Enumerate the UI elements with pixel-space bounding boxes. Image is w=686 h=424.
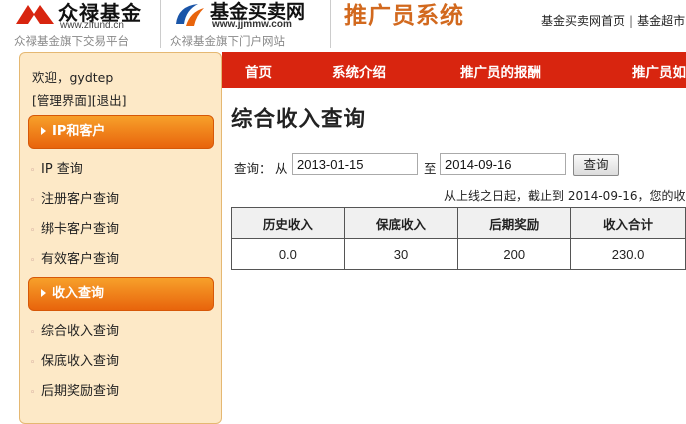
account-links: [管理界面][退出] bbox=[32, 90, 127, 109]
bullet-icon: ◦ bbox=[30, 196, 36, 206]
menu-card-bound-customers[interactable]: ◦ 绑卡客户查询 bbox=[30, 218, 119, 237]
top-links: 基金买卖网首页 | 基金超市 bbox=[541, 12, 685, 29]
bullet-icon: ◦ bbox=[30, 226, 36, 236]
main-nav: 首页 系统介绍 推广员的报酬 推广员如 bbox=[222, 52, 686, 88]
nav-system-intro[interactable]: 系统介绍 bbox=[332, 61, 386, 81]
bullet-icon: ◦ bbox=[30, 328, 36, 338]
triangle-right-icon bbox=[41, 289, 46, 297]
top-link-fund-market[interactable]: 基金超市 bbox=[637, 14, 685, 28]
admin-link[interactable]: [管理界面] bbox=[32, 93, 92, 108]
zlfund-logo-icon bbox=[16, 5, 54, 24]
menu-item-label: 后期奖励查询 bbox=[41, 384, 120, 399]
bullet-icon: ◦ bbox=[30, 358, 36, 368]
menu-item-label: 绑卡客户查询 bbox=[41, 222, 120, 237]
from-date-input[interactable] bbox=[292, 153, 418, 175]
zlfund-tagline: 众禄基金旗下交易平台 bbox=[14, 34, 129, 48]
logout-link[interactable]: [退出] bbox=[92, 93, 127, 108]
col-base-income: 保底收入 bbox=[343, 207, 459, 239]
triangle-right-icon bbox=[41, 127, 46, 135]
header-divider bbox=[330, 0, 331, 48]
menu-later-reward[interactable]: ◦ 后期奖励查询 bbox=[30, 380, 119, 399]
query-form: 查询： 从 至 查询 bbox=[234, 153, 686, 177]
cell-history-income: 0.0 bbox=[231, 238, 345, 270]
header-divider bbox=[160, 0, 161, 48]
menu-item-label: 有效客户查询 bbox=[41, 252, 120, 267]
bullet-icon: ◦ bbox=[30, 256, 36, 266]
sidebar: 欢迎，gydtep [管理界面][退出] IP和客户 ◦ IP 查询 ◦ 注册客户查… bbox=[19, 52, 222, 424]
zlfund-logo[interactable]: 众禄基金 www.zlfund.cn 众禄基金旗下交易平台 bbox=[14, 0, 164, 50]
menu-base-income[interactable]: ◦ 保底收入查询 bbox=[30, 350, 119, 369]
welcome-text: 欢迎，gydtep bbox=[32, 70, 114, 85]
nav-promoter-how[interactable]: 推广员如 bbox=[632, 61, 686, 81]
page-title: 综合收入查询 bbox=[231, 107, 367, 132]
jjmmw-tagline: 众禄基金旗下门户网站 bbox=[170, 34, 285, 48]
jjmmw-logo-icon bbox=[176, 4, 204, 26]
query-button[interactable]: 查询 bbox=[573, 154, 619, 176]
menu-item-label: 综合收入查询 bbox=[41, 324, 120, 339]
nav-home[interactable]: 首页 bbox=[245, 61, 272, 81]
jjmmw-logo-url: www.jjmmw.com bbox=[212, 19, 292, 30]
table-header-row: 历史收入 保底收入 后期奖励 收入合计 bbox=[231, 207, 686, 239]
jjmmw-logo[interactable]: 基金买卖网 www.jjmmw.com 众禄基金旗下门户网站 bbox=[170, 0, 320, 50]
site-header: 众禄基金 www.zlfund.cn 众禄基金旗下交易平台 基金买卖网 www.… bbox=[0, 0, 686, 50]
bullet-icon: ◦ bbox=[30, 388, 36, 398]
menu-item-label: 注册客户查询 bbox=[41, 192, 120, 207]
query-label: 查询： bbox=[234, 161, 272, 176]
section-title: 收入查询 bbox=[52, 286, 105, 301]
cell-base-income: 30 bbox=[343, 238, 459, 270]
system-title: 推广员系统 bbox=[344, 3, 464, 29]
menu-registered-customers[interactable]: ◦ 注册客户查询 bbox=[30, 188, 119, 207]
cell-income-total: 230.0 bbox=[570, 238, 686, 270]
top-link-jjmmw-home[interactable]: 基金买卖网首页 bbox=[541, 14, 625, 28]
col-income-total: 收入合计 bbox=[570, 207, 686, 239]
bullet-icon: ◦ bbox=[30, 166, 36, 176]
col-history-income: 历史收入 bbox=[231, 207, 345, 239]
top-link-separator: | bbox=[629, 14, 634, 28]
summary-note: 从上线之日起，截止到 2014-09-16，您的收 bbox=[444, 189, 686, 203]
cell-later-reward: 200 bbox=[457, 238, 572, 270]
zlfund-logo-url: www.zlfund.cn bbox=[60, 20, 124, 31]
menu-item-label: 保底收入查询 bbox=[41, 354, 120, 369]
nav-promoter-pay[interactable]: 推广员的报酬 bbox=[460, 61, 541, 81]
income-table: 历史收入 保底收入 后期奖励 收入合计 0.0 30 200 230.0 bbox=[231, 207, 686, 270]
col-later-reward: 后期奖励 bbox=[457, 207, 572, 239]
menu-item-label: IP 查询 bbox=[41, 162, 83, 177]
to-date-input[interactable] bbox=[440, 153, 566, 175]
table-row: 0.0 30 200 230.0 bbox=[231, 238, 686, 270]
section-ip-customers[interactable]: IP和客户 bbox=[28, 115, 214, 149]
section-title: IP和客户 bbox=[52, 124, 106, 139]
menu-ip-query[interactable]: ◦ IP 查询 bbox=[30, 158, 83, 177]
to-label: 至 bbox=[424, 161, 437, 176]
menu-total-income[interactable]: ◦ 综合收入查询 bbox=[30, 320, 119, 339]
menu-valid-customers[interactable]: ◦ 有效客户查询 bbox=[30, 248, 119, 267]
section-income-query[interactable]: 收入查询 bbox=[28, 277, 214, 311]
from-label: 从 bbox=[275, 161, 288, 176]
